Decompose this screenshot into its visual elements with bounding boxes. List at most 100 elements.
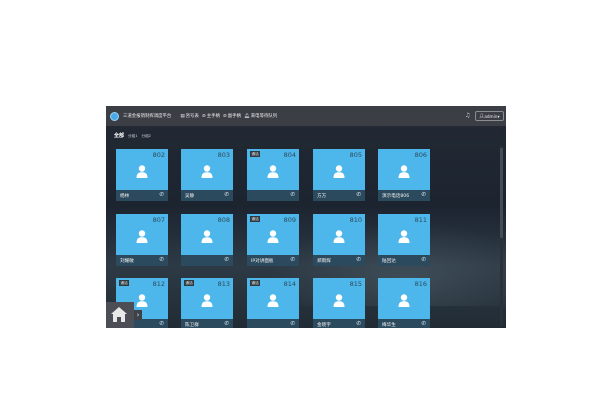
extension-name: 金晓宇 [317, 322, 331, 328]
user-icon [333, 165, 345, 178]
menu-item-directory[interactable]: ▤ 咨号表 [180, 113, 199, 120]
user-icon [136, 294, 148, 307]
user-icon [267, 230, 279, 243]
extension-card[interactable]: 802 杨林 ✆ [116, 149, 168, 201]
extension-card[interactable]: 807 刘耀敏 ✆ [116, 214, 168, 266]
extension-card[interactable]: 814 通话 ✆ [247, 278, 299, 328]
no-entry-icon: ⊘ [201, 113, 206, 119]
card-footer: 吴静 ✆ [181, 190, 233, 201]
status-badge: 通话 [250, 151, 261, 157]
menu-item-call-queue[interactable]: 🔔︎ 来电等待队列 [243, 113, 278, 120]
extension-number: 815 [349, 280, 362, 288]
caret-down-icon: ▾ [497, 113, 500, 119]
card-footer: 刘耀敏 ✆ [116, 255, 168, 266]
user-menu-button[interactable]: 👤︎ admin ▾ [475, 111, 504, 121]
card-footer: 郑雨辉 ✆ [313, 255, 365, 266]
user-icon [398, 165, 410, 178]
tab-group-1[interactable]: 分组1 [128, 134, 137, 139]
notification-bell-icon[interactable]: ♫ [465, 112, 470, 119]
user-icon [201, 294, 213, 307]
card-footer: IP对讲面板 ✆ [247, 255, 299, 266]
home-icon [111, 307, 127, 322]
extension-name: 郑雨辉 [317, 258, 331, 264]
extension-number: 807 [152, 216, 165, 224]
phone-icon[interactable]: ✆ [224, 321, 229, 327]
phone-icon[interactable]: ✆ [356, 257, 361, 263]
extension-name: 演示电话806 [382, 193, 410, 199]
card-footer: 陈卫群 ✆ [181, 319, 233, 328]
extension-name: 刘耀敏 [120, 258, 134, 264]
phone-icon[interactable]: ✆ [290, 257, 295, 263]
phone-icon[interactable]: ✆ [159, 192, 164, 198]
phone-icon[interactable]: ✆ [421, 321, 426, 327]
app-window: 三道金报销制挥调度平台 ▤ 咨号表 ⊘ 主手柄 ⊘ 副手柄 🔔︎ 来电等待队列 … [106, 106, 506, 328]
menu-item-label: 来电等待队列 [250, 114, 278, 119]
phone-icon[interactable]: ✆ [356, 321, 361, 327]
user-icon [267, 165, 279, 178]
extension-card[interactable]: 803 吴静 ✆ [181, 149, 233, 201]
extension-number: 811 [414, 216, 427, 224]
bell-icon: 🔔︎ [243, 113, 250, 119]
menu-item-label: 主手柄 [206, 114, 220, 119]
extension-name: 方方 [317, 193, 327, 199]
user-icon [201, 230, 213, 243]
extension-name: 陈卫群 [185, 322, 199, 328]
logo-icon [110, 111, 119, 121]
status-badge: 通话 [119, 280, 130, 286]
menu-item-sub-handset[interactable]: ⊘ 副手柄 [222, 113, 241, 120]
tab-group-2[interactable]: 分组2 [142, 134, 151, 139]
status-badge: 通话 [250, 216, 261, 222]
user-icon [136, 165, 148, 178]
phone-icon[interactable]: ✆ [290, 321, 295, 327]
user-icon [267, 294, 279, 307]
phone-icon[interactable]: ✆ [421, 192, 426, 198]
extension-card[interactable]: 813 通话 陈卫群 ✆ [181, 278, 233, 328]
extension-number: 802 [152, 151, 165, 159]
user-icon [201, 165, 213, 178]
extension-number: 805 [349, 151, 362, 159]
extension-name: 梅华生 [382, 322, 396, 328]
extension-card[interactable]: 810 郑雨辉 ✆ [313, 214, 365, 266]
phone-icon[interactable]: ✆ [356, 192, 361, 198]
card-footer: 演示电话806 ✆ [378, 190, 430, 201]
extension-card[interactable]: 809 通话 IP对讲面板 ✆ [247, 214, 299, 266]
phone-icon[interactable]: ✆ [159, 321, 164, 327]
extension-name: IP对讲面板 [251, 258, 274, 264]
extension-card[interactable]: 805 方方 ✆ [313, 149, 365, 201]
menu-item-main-handset[interactable]: ⊘ 主手柄 [201, 113, 220, 120]
phone-icon[interactable]: ✆ [290, 192, 295, 198]
phone-icon[interactable]: ✆ [159, 257, 164, 263]
phone-icon[interactable]: ✆ [224, 192, 229, 198]
extension-card[interactable]: 806 演示电话806 ✆ [378, 149, 430, 201]
extension-name: 陆回达 [382, 258, 396, 264]
menu-item-label: 副手柄 [227, 114, 241, 119]
chevron-right-icon[interactable]: › [134, 310, 142, 320]
extension-number: 810 [349, 216, 362, 224]
home-button[interactable] [106, 302, 134, 328]
app-title: 三道金报销制挥调度平台 [123, 114, 172, 119]
extension-card[interactable]: 804 通话 ✆ [247, 149, 299, 201]
extension-number: 806 [414, 151, 427, 159]
extension-card[interactable]: 808 ✆ [181, 214, 233, 266]
extension-card[interactable]: 816 梅华生 ✆ [378, 278, 430, 328]
extension-number: 812 [152, 280, 165, 288]
scrollbar-thumb[interactable] [500, 148, 503, 238]
group-tabs: 全部 分组1 分组2 [114, 132, 155, 139]
extension-number: 813 [217, 280, 230, 288]
card-footer: 金晓宇 ✆ [313, 319, 365, 328]
extension-card[interactable]: 815 金晓宇 ✆ [313, 278, 365, 328]
phone-icon[interactable]: ✆ [421, 257, 426, 263]
tab-all[interactable]: 全部 [114, 132, 124, 139]
card-footer: ✆ [181, 255, 233, 266]
user-icon [398, 294, 410, 307]
user-icon [333, 294, 345, 307]
menu-item-label: 咨号表 [185, 114, 199, 119]
phone-icon[interactable]: ✆ [224, 257, 229, 263]
no-entry-icon: ⊘ [222, 113, 227, 119]
user-icon [333, 230, 345, 243]
card-footer: 方方 ✆ [313, 190, 365, 201]
top-navbar: 三道金报销制挥调度平台 ▤ 咨号表 ⊘ 主手柄 ⊘ 副手柄 🔔︎ 来电等待队列 … [106, 106, 506, 126]
extension-card[interactable]: 811 陆回达 ✆ [378, 214, 430, 266]
extension-number: 809 [283, 216, 296, 224]
extension-number: 814 [283, 280, 296, 288]
